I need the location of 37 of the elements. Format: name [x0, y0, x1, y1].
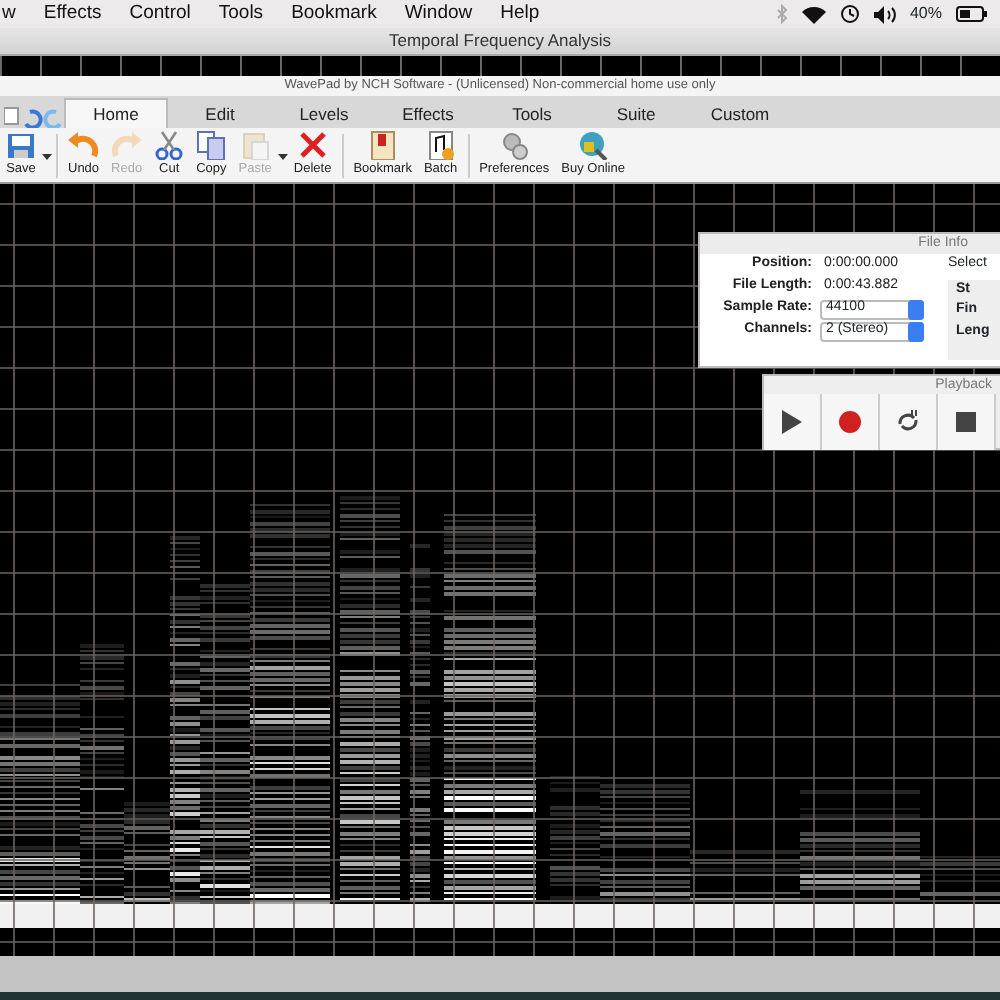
tab[interactable]: Levels	[272, 98, 376, 128]
clock-icon[interactable]	[839, 4, 860, 24]
quick-access-icon[interactable]	[4, 104, 64, 128]
tab[interactable]: Edit	[168, 98, 272, 128]
playback-button[interactable]	[764, 394, 822, 450]
stop-icon	[954, 410, 978, 434]
scissors-icon	[154, 130, 185, 160]
tab[interactable]: Tools	[480, 98, 584, 128]
tab[interactable]: Custom	[688, 98, 792, 128]
menu-item[interactable]: Window	[404, 4, 473, 24]
bookmark-icon	[367, 130, 398, 160]
undo-arrow-icon	[68, 130, 99, 160]
tab[interactable]: Home	[64, 98, 168, 128]
menu-item[interactable]: w	[2, 4, 16, 24]
battery-percentage: 40%	[909, 2, 942, 26]
battery-icon[interactable]	[956, 6, 988, 22]
play-icon	[780, 410, 804, 434]
window-title: Temporal Frequency Analysis	[0, 28, 1000, 56]
tab[interactable]: Effects	[376, 98, 480, 128]
menu-item[interactable]: Control	[129, 4, 191, 24]
menu-item[interactable]: Tools	[218, 4, 264, 24]
redo-arrow-icon	[111, 130, 142, 160]
playback-button[interactable]	[880, 394, 938, 450]
record-icon	[838, 410, 862, 434]
menu-item[interactable]: Effects	[43, 4, 102, 24]
caret-icon[interactable]	[42, 154, 52, 160]
tab[interactable]: Suite	[584, 98, 688, 128]
wifi-icon[interactable]	[801, 5, 826, 23]
playback-button[interactable]	[822, 394, 880, 450]
menu-item[interactable]: Bookmark	[291, 4, 377, 24]
menu-item[interactable]: Help	[500, 4, 540, 24]
delete-x-icon	[297, 130, 328, 160]
globe-icon	[578, 130, 609, 160]
volume-icon[interactable]	[873, 5, 896, 23]
clipboard-icon	[240, 130, 271, 160]
loop-icon	[896, 410, 920, 434]
playback-button[interactable]	[938, 394, 996, 450]
